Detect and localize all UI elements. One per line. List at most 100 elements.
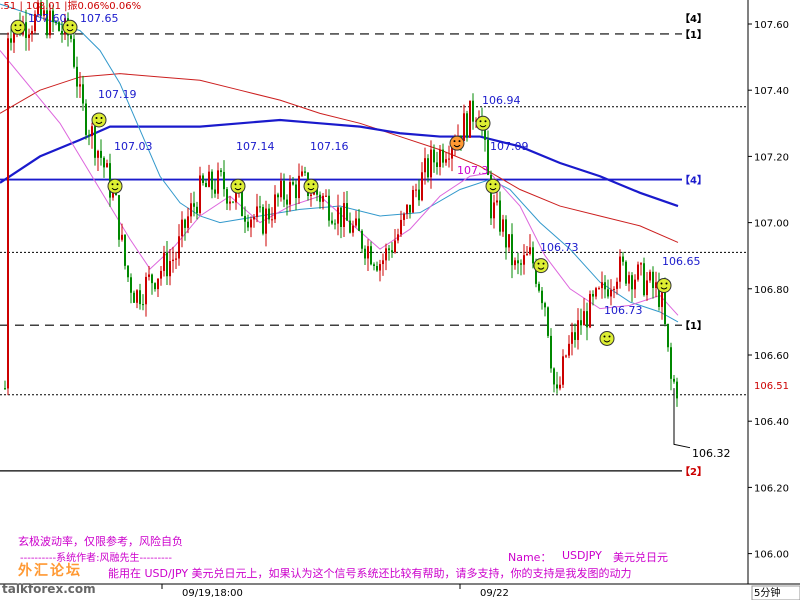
candle-body xyxy=(82,84,84,104)
candle-body xyxy=(175,258,177,260)
candle-body xyxy=(205,182,207,187)
symbol-code: USDJPY xyxy=(562,549,602,562)
candle-body xyxy=(208,171,210,187)
candle-body xyxy=(220,170,222,172)
label-107-16: 107.16 xyxy=(310,140,349,153)
timeframe-label: 5分钟 xyxy=(754,586,780,599)
candle-body xyxy=(304,171,306,173)
candle-body xyxy=(343,203,345,227)
smiley-eye xyxy=(494,183,497,186)
candle-body xyxy=(592,293,594,297)
candle-body xyxy=(514,260,516,266)
candle-body xyxy=(445,159,447,163)
candle-body xyxy=(127,265,129,278)
candle-body xyxy=(616,281,618,289)
candle-body xyxy=(577,320,579,340)
candle-body xyxy=(499,200,501,232)
label-107-03: 107.03 xyxy=(114,140,153,153)
candle-body xyxy=(427,158,429,178)
candle-body xyxy=(415,189,417,191)
candle-body xyxy=(442,149,444,163)
candle-body xyxy=(397,234,399,241)
candle-body xyxy=(406,204,408,214)
candle-body xyxy=(526,253,528,256)
candle-body xyxy=(463,113,465,141)
candle-body xyxy=(529,247,531,254)
candle-body xyxy=(73,38,75,67)
smiley-eye xyxy=(19,24,22,27)
smiley-eye xyxy=(71,24,74,27)
candle-body xyxy=(628,275,630,284)
candle-body xyxy=(184,219,186,228)
usage-text: 能用在 USD/JPY 美元兑日元上，如果认为这个信号系统还比较有帮助，请多支持… xyxy=(108,567,632,580)
candle-body xyxy=(565,355,567,357)
smiley-marker xyxy=(656,277,672,293)
smiley-eye xyxy=(608,335,611,338)
candle-body xyxy=(202,175,204,183)
candle-body xyxy=(382,260,384,265)
smiley-marker xyxy=(303,178,319,194)
candle-body xyxy=(667,323,669,348)
candle-body xyxy=(142,304,144,306)
candle-body xyxy=(310,194,312,196)
smiley-eye xyxy=(484,120,487,123)
candle-body xyxy=(277,194,279,198)
candle-body xyxy=(340,207,342,227)
candle-body xyxy=(586,311,588,328)
candle-body xyxy=(664,289,666,324)
smiley-eye xyxy=(665,282,668,285)
candle-body xyxy=(274,194,276,220)
candle-body xyxy=(553,368,555,385)
candle-body xyxy=(148,274,150,277)
candle-body xyxy=(229,201,231,204)
candle-body xyxy=(199,175,201,214)
candle-body xyxy=(10,38,12,43)
candle-body xyxy=(385,248,387,261)
label-107-09: 107.09 xyxy=(490,140,529,153)
candle-body xyxy=(235,192,237,203)
header-fragment: 5.51 | 108.01 |振0.06%0.06% xyxy=(0,1,142,12)
candle-body xyxy=(508,234,510,248)
candle-body xyxy=(559,384,561,389)
candle-body xyxy=(25,22,27,38)
candle-body xyxy=(70,35,72,39)
candle-body xyxy=(436,162,438,167)
label-106-65: 106.65 xyxy=(662,255,701,268)
candle-body xyxy=(580,320,582,326)
candle-body xyxy=(31,31,33,35)
candle-body xyxy=(583,311,585,326)
candle-body xyxy=(646,280,648,296)
candle-body xyxy=(409,204,411,213)
candle-body xyxy=(145,276,147,305)
level-label: 【4】 xyxy=(680,174,707,187)
candle-body xyxy=(193,203,195,207)
candle-body xyxy=(130,277,132,293)
candle-body xyxy=(160,270,162,279)
smiley-marker xyxy=(475,115,491,131)
candle-body xyxy=(253,217,255,220)
candle-body xyxy=(547,307,549,336)
candle-body xyxy=(61,30,63,35)
candle-body xyxy=(337,207,339,224)
candle-body xyxy=(433,149,435,163)
label-106-73-a: 106.73 xyxy=(540,241,579,254)
candle-body xyxy=(643,263,645,296)
candle-body xyxy=(259,206,261,208)
candle-body xyxy=(556,384,558,389)
y-tick-label: 106.80 xyxy=(754,285,789,296)
candle-body xyxy=(550,335,552,369)
candle-body xyxy=(637,264,639,280)
smiley-eye xyxy=(479,120,482,123)
candle-body xyxy=(364,248,366,259)
candle-body xyxy=(676,381,678,399)
candle-body xyxy=(289,182,291,205)
candle-body xyxy=(301,171,303,176)
smiley-eye xyxy=(537,262,540,265)
top-level-label: 【4】 xyxy=(680,12,707,25)
candle-body xyxy=(421,172,423,201)
smiley-marker xyxy=(485,178,501,194)
candle-body xyxy=(412,190,414,213)
candle-body xyxy=(91,126,93,137)
candle-body xyxy=(139,290,141,305)
candle-body xyxy=(292,182,294,185)
